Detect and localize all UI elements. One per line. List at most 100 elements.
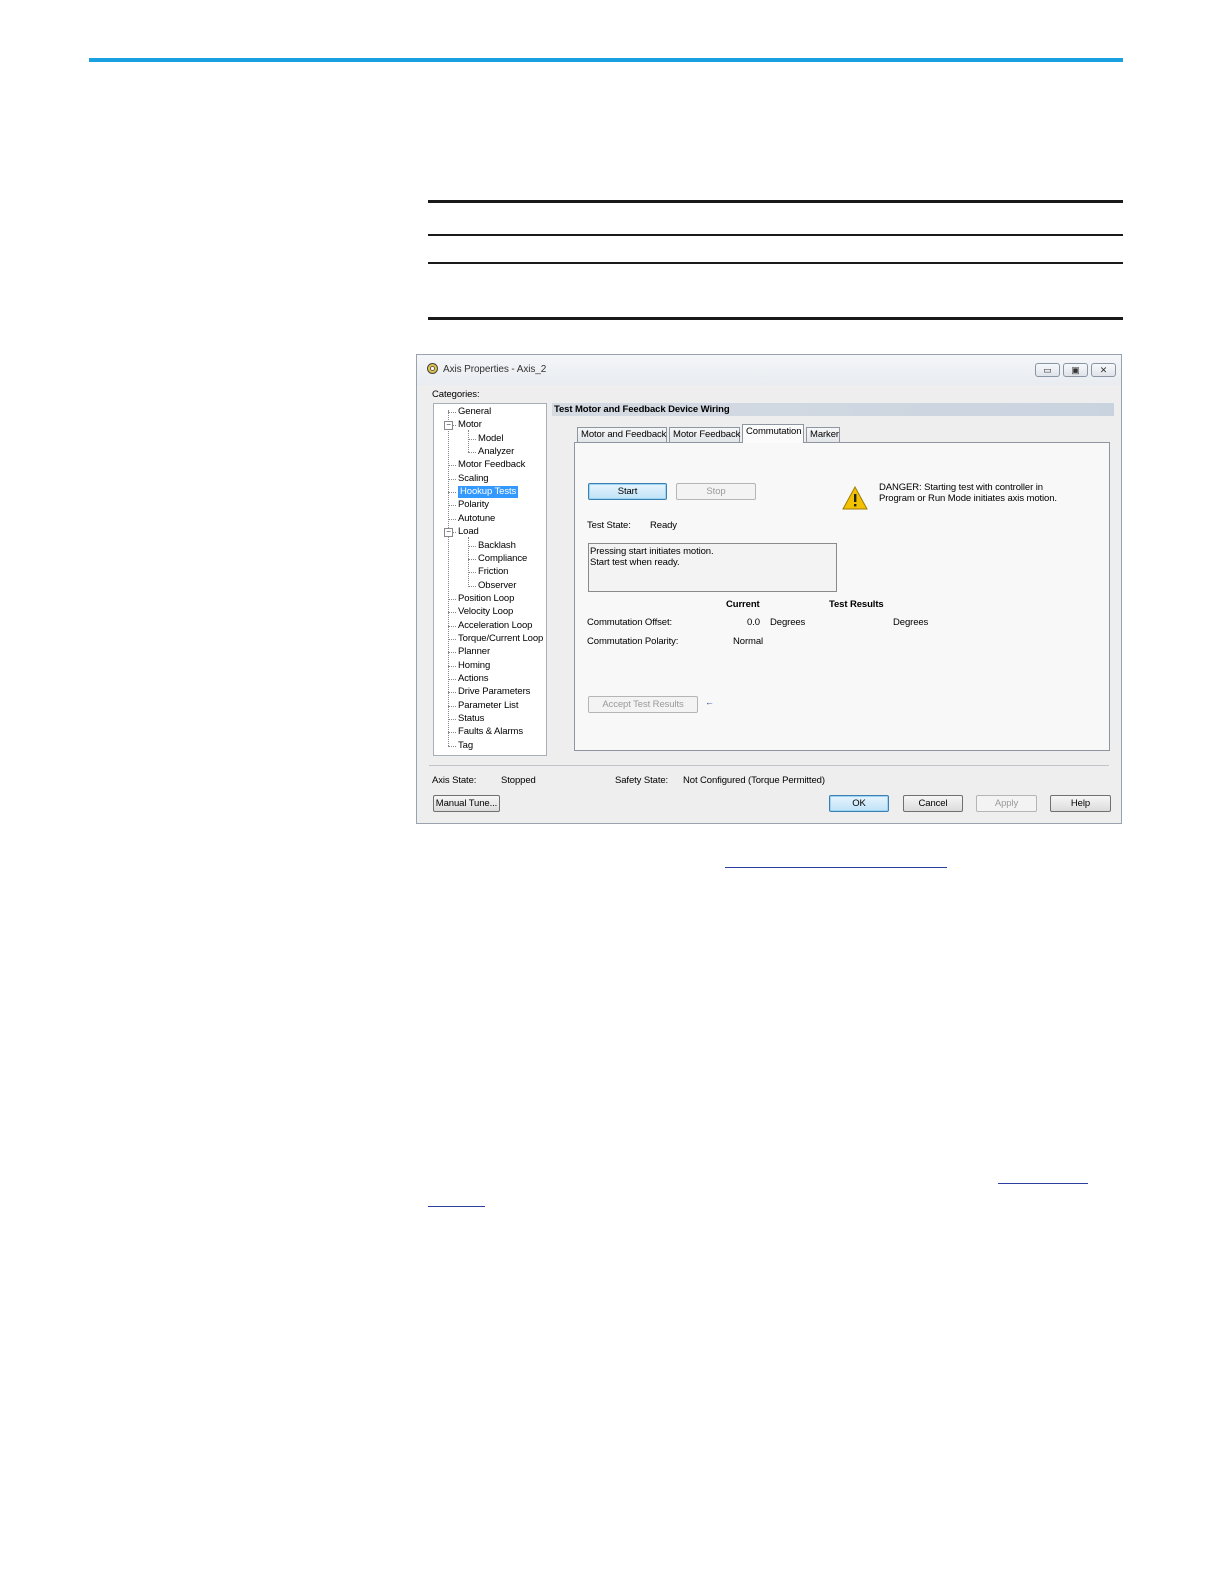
commutation-offset-label: Commutation Offset: bbox=[587, 617, 673, 628]
tree-connector bbox=[448, 492, 456, 494]
tree-item-acceleration-loop[interactable]: Acceleration Loop bbox=[458, 620, 532, 632]
manual-tune-button[interactable]: Manual Tune... bbox=[433, 795, 500, 812]
commutation-offset-result-unit: Degrees bbox=[893, 617, 929, 628]
commutation-offset-current: 0.0 bbox=[747, 617, 760, 628]
tree-guide bbox=[468, 430, 469, 452]
table-top-rule bbox=[428, 200, 1123, 203]
commutation-polarity-label: Commutation Polarity: bbox=[587, 636, 679, 647]
tree-item-position-loop[interactable]: Position Loop bbox=[458, 593, 514, 605]
tree-connector bbox=[448, 692, 456, 694]
tree-connector bbox=[448, 478, 456, 480]
safety-state-value: Not Configured (Torque Permitted) bbox=[683, 775, 825, 786]
tab-commutation[interactable]: Commutation bbox=[742, 424, 804, 443]
tree-item-model[interactable]: Model bbox=[478, 433, 503, 445]
tree-connector bbox=[468, 585, 476, 587]
start-button[interactable]: Start bbox=[588, 483, 667, 500]
test-state-label: Test State: bbox=[587, 520, 631, 531]
collapse-icon[interactable]: − bbox=[444, 421, 453, 431]
tree-item-analyzer[interactable]: Analyzer bbox=[478, 446, 514, 458]
test-state-value: Ready bbox=[650, 520, 677, 531]
section-title: Test Motor and Feedback Device Wiring bbox=[552, 403, 1114, 416]
category-tree[interactable]: General − Motor Model Analyzer Motor Feedback… bbox=[433, 403, 547, 756]
tree-item-general[interactable]: General bbox=[458, 406, 491, 418]
table-bottom-rule bbox=[428, 317, 1123, 320]
tree-item-polarity[interactable]: Polarity bbox=[458, 499, 489, 511]
categories-label: Categories: bbox=[432, 389, 480, 400]
axis-state-label: Axis State: bbox=[432, 775, 477, 786]
left-arrow-icon: ← bbox=[705, 697, 714, 707]
tree-connector bbox=[468, 438, 476, 440]
tree-item-autotune[interactable]: Autotune bbox=[458, 513, 495, 525]
warning-icon bbox=[842, 486, 868, 510]
table-rule bbox=[428, 262, 1123, 264]
tree-connector bbox=[468, 572, 476, 574]
tab-marker[interactable]: Marker bbox=[806, 427, 840, 442]
tree-item-compliance[interactable]: Compliance bbox=[478, 553, 527, 565]
tree-connector bbox=[448, 745, 456, 747]
close-button[interactable]: ✕ bbox=[1091, 363, 1116, 377]
accept-test-results-button[interactable]: Accept Test Results bbox=[588, 696, 698, 713]
help-button[interactable]: Help bbox=[1050, 795, 1111, 812]
tree-item-tag[interactable]: Tag bbox=[458, 740, 473, 752]
tree-item-motor[interactable]: Motor bbox=[458, 419, 482, 431]
tree-item-load[interactable]: Load bbox=[458, 526, 479, 538]
tree-item-drive-parameters[interactable]: Drive Parameters bbox=[458, 686, 530, 698]
tree-guide bbox=[468, 537, 469, 585]
tree-connector bbox=[448, 679, 456, 680]
commutation-polarity-current: Normal bbox=[733, 636, 764, 647]
axis-gear-icon bbox=[427, 363, 438, 374]
table-rule bbox=[428, 234, 1123, 236]
tree-item-homing[interactable]: Homing bbox=[458, 660, 490, 672]
hyperlink-underline[interactable] bbox=[428, 1206, 485, 1207]
tree-item-observer[interactable]: Observer bbox=[478, 580, 516, 592]
ok-button[interactable]: OK bbox=[829, 795, 889, 812]
tree-item-parameter-list[interactable]: Parameter List bbox=[458, 700, 518, 712]
tree-connector bbox=[448, 518, 456, 520]
tree-item-backlash[interactable]: Backlash bbox=[478, 540, 516, 552]
document-header-bar bbox=[89, 58, 1123, 62]
axis-properties-dialog: Axis Properties - Axis_2 ▭ ▣ ✕ Categorie… bbox=[416, 354, 1122, 824]
tab-motor-and-feedback[interactable]: Motor and Feedback bbox=[577, 427, 667, 442]
minimize-button[interactable]: ▭ bbox=[1035, 363, 1060, 377]
tree-item-motor-feedback[interactable]: Motor Feedback bbox=[458, 459, 525, 471]
axis-state-value: Stopped bbox=[501, 775, 536, 786]
tree-connector bbox=[448, 465, 456, 467]
tree-connector bbox=[448, 719, 456, 721]
tree-item-velocity-loop[interactable]: Velocity Loop bbox=[458, 606, 513, 618]
tree-connector bbox=[468, 545, 476, 547]
cancel-button[interactable]: Cancel bbox=[903, 795, 963, 812]
commutation-panel: Start Stop DANGER: Starting test with co… bbox=[574, 442, 1110, 751]
restore-button[interactable]: ▣ bbox=[1063, 363, 1088, 377]
tree-item-friction[interactable]: Friction bbox=[478, 566, 508, 578]
tree-connector bbox=[468, 452, 476, 454]
tree-connector bbox=[448, 598, 456, 600]
tree-item-hookup-tests[interactable]: Hookup Tests bbox=[458, 486, 519, 499]
window-title: Axis Properties - Axis_2 bbox=[443, 364, 547, 375]
tree-item-actions[interactable]: Actions bbox=[458, 673, 489, 685]
footer-separator bbox=[429, 765, 1109, 766]
hyperlink-underline[interactable] bbox=[998, 1183, 1088, 1184]
tree-connector bbox=[448, 412, 456, 413]
column-header-current: Current bbox=[726, 599, 760, 610]
column-header-test-results: Test Results bbox=[829, 599, 884, 610]
tree-item-status[interactable]: Status bbox=[458, 713, 484, 725]
tree-item-faults-alarms[interactable]: Faults & Alarms bbox=[458, 726, 523, 738]
stop-button[interactable]: Stop bbox=[676, 483, 756, 500]
test-message-box: Pressing start initiates motion. Start t… bbox=[588, 543, 837, 592]
tree-item-torque-current-loop[interactable]: Torque/Current Loop bbox=[458, 633, 543, 645]
tree-connector bbox=[448, 638, 456, 640]
collapse-icon[interactable]: − bbox=[444, 528, 453, 538]
tree-connector bbox=[448, 505, 456, 507]
tree-connector bbox=[468, 558, 476, 560]
tree-item-planner[interactable]: Planner bbox=[458, 646, 490, 658]
danger-message: DANGER: Starting test with controller in… bbox=[879, 482, 1057, 504]
tree-connector bbox=[448, 705, 456, 707]
tree-connector bbox=[448, 625, 456, 627]
apply-button[interactable]: Apply bbox=[976, 795, 1037, 812]
tab-motor-feedback[interactable]: Motor Feedback bbox=[669, 427, 740, 442]
tree-connector bbox=[448, 732, 456, 734]
tree-item-scaling[interactable]: Scaling bbox=[458, 473, 489, 485]
tree-connector bbox=[448, 665, 456, 667]
tree-connector bbox=[448, 652, 456, 654]
hyperlink-underline[interactable] bbox=[725, 867, 947, 868]
